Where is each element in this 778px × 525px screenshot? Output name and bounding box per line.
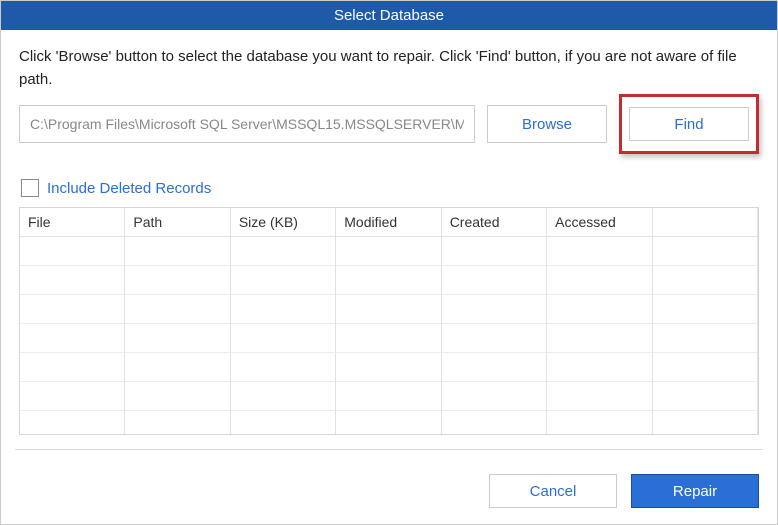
table-body xyxy=(20,237,758,434)
table-cell xyxy=(20,237,125,266)
window-title: Select Database xyxy=(334,7,444,24)
table-cell xyxy=(653,237,758,266)
instruction-text: Click 'Browse' button to select the data… xyxy=(19,46,759,91)
table-cell xyxy=(547,237,652,266)
table-cell xyxy=(20,295,125,324)
table-cell xyxy=(442,411,547,434)
table-cell xyxy=(231,353,336,382)
table-cell xyxy=(653,382,758,411)
include-deleted-label[interactable]: Include Deleted Records xyxy=(47,180,211,197)
repair-button[interactable]: Repair xyxy=(631,474,759,508)
table-cell xyxy=(547,411,652,434)
table-cell xyxy=(547,266,652,295)
footer-separator xyxy=(15,449,763,450)
table-cell xyxy=(20,411,125,434)
table-cell xyxy=(20,353,125,382)
table-cell xyxy=(20,324,125,353)
find-button-highlight: Find xyxy=(619,94,759,154)
table-cell xyxy=(231,324,336,353)
table-cell xyxy=(442,353,547,382)
table-cell xyxy=(20,266,125,295)
table-cell xyxy=(125,382,230,411)
table-row xyxy=(20,353,758,382)
table-cell xyxy=(231,382,336,411)
table-cell xyxy=(20,382,125,411)
table-cell xyxy=(125,324,230,353)
results-table: File Path Size (KB) Modified Created Acc… xyxy=(19,207,759,435)
table-cell xyxy=(547,353,652,382)
table-row xyxy=(20,411,758,434)
table-cell xyxy=(547,324,652,353)
table-row xyxy=(20,295,758,324)
column-accessed[interactable]: Accessed xyxy=(547,208,652,237)
table-cell xyxy=(547,382,652,411)
column-file[interactable]: File xyxy=(20,208,125,237)
dialog-footer: Cancel Repair xyxy=(1,458,777,524)
column-spacer xyxy=(653,208,758,237)
table-cell xyxy=(336,266,441,295)
include-deleted-row: Include Deleted Records xyxy=(21,179,759,197)
table-row xyxy=(20,266,758,295)
table-cell xyxy=(336,382,441,411)
table-cell xyxy=(653,324,758,353)
column-created[interactable]: Created xyxy=(442,208,547,237)
include-deleted-checkbox[interactable] xyxy=(21,179,39,197)
table-row xyxy=(20,237,758,266)
column-size[interactable]: Size (KB) xyxy=(231,208,336,237)
table-cell xyxy=(653,411,758,434)
table-cell xyxy=(336,237,441,266)
table-cell xyxy=(442,382,547,411)
table-cell xyxy=(231,237,336,266)
table-cell xyxy=(653,266,758,295)
table-cell xyxy=(125,237,230,266)
table-cell xyxy=(653,353,758,382)
find-button[interactable]: Find xyxy=(629,107,749,141)
database-path-input[interactable] xyxy=(19,105,475,143)
table-cell xyxy=(336,295,441,324)
column-path[interactable]: Path xyxy=(125,208,230,237)
table-row xyxy=(20,382,758,411)
table-cell xyxy=(125,411,230,434)
table-cell xyxy=(547,295,652,324)
browse-button[interactable]: Browse xyxy=(487,105,607,143)
titlebar: Select Database xyxy=(1,1,777,30)
table-cell xyxy=(231,411,336,434)
table-cell xyxy=(231,295,336,324)
column-modified[interactable]: Modified xyxy=(336,208,441,237)
table-cell xyxy=(336,353,441,382)
table-cell xyxy=(125,295,230,324)
table-row xyxy=(20,324,758,353)
table-cell xyxy=(442,295,547,324)
table-cell xyxy=(336,324,441,353)
table-cell xyxy=(231,266,336,295)
table-cell xyxy=(336,411,441,434)
table-cell xyxy=(653,295,758,324)
table-cell xyxy=(125,353,230,382)
path-row: Browse Find xyxy=(19,105,759,165)
table-cell xyxy=(442,237,547,266)
table-header: File Path Size (KB) Modified Created Acc… xyxy=(20,208,758,237)
table-cell xyxy=(125,266,230,295)
table-cell xyxy=(442,266,547,295)
cancel-button[interactable]: Cancel xyxy=(489,474,617,508)
dialog-content: Click 'Browse' button to select the data… xyxy=(1,30,777,458)
table-cell xyxy=(442,324,547,353)
